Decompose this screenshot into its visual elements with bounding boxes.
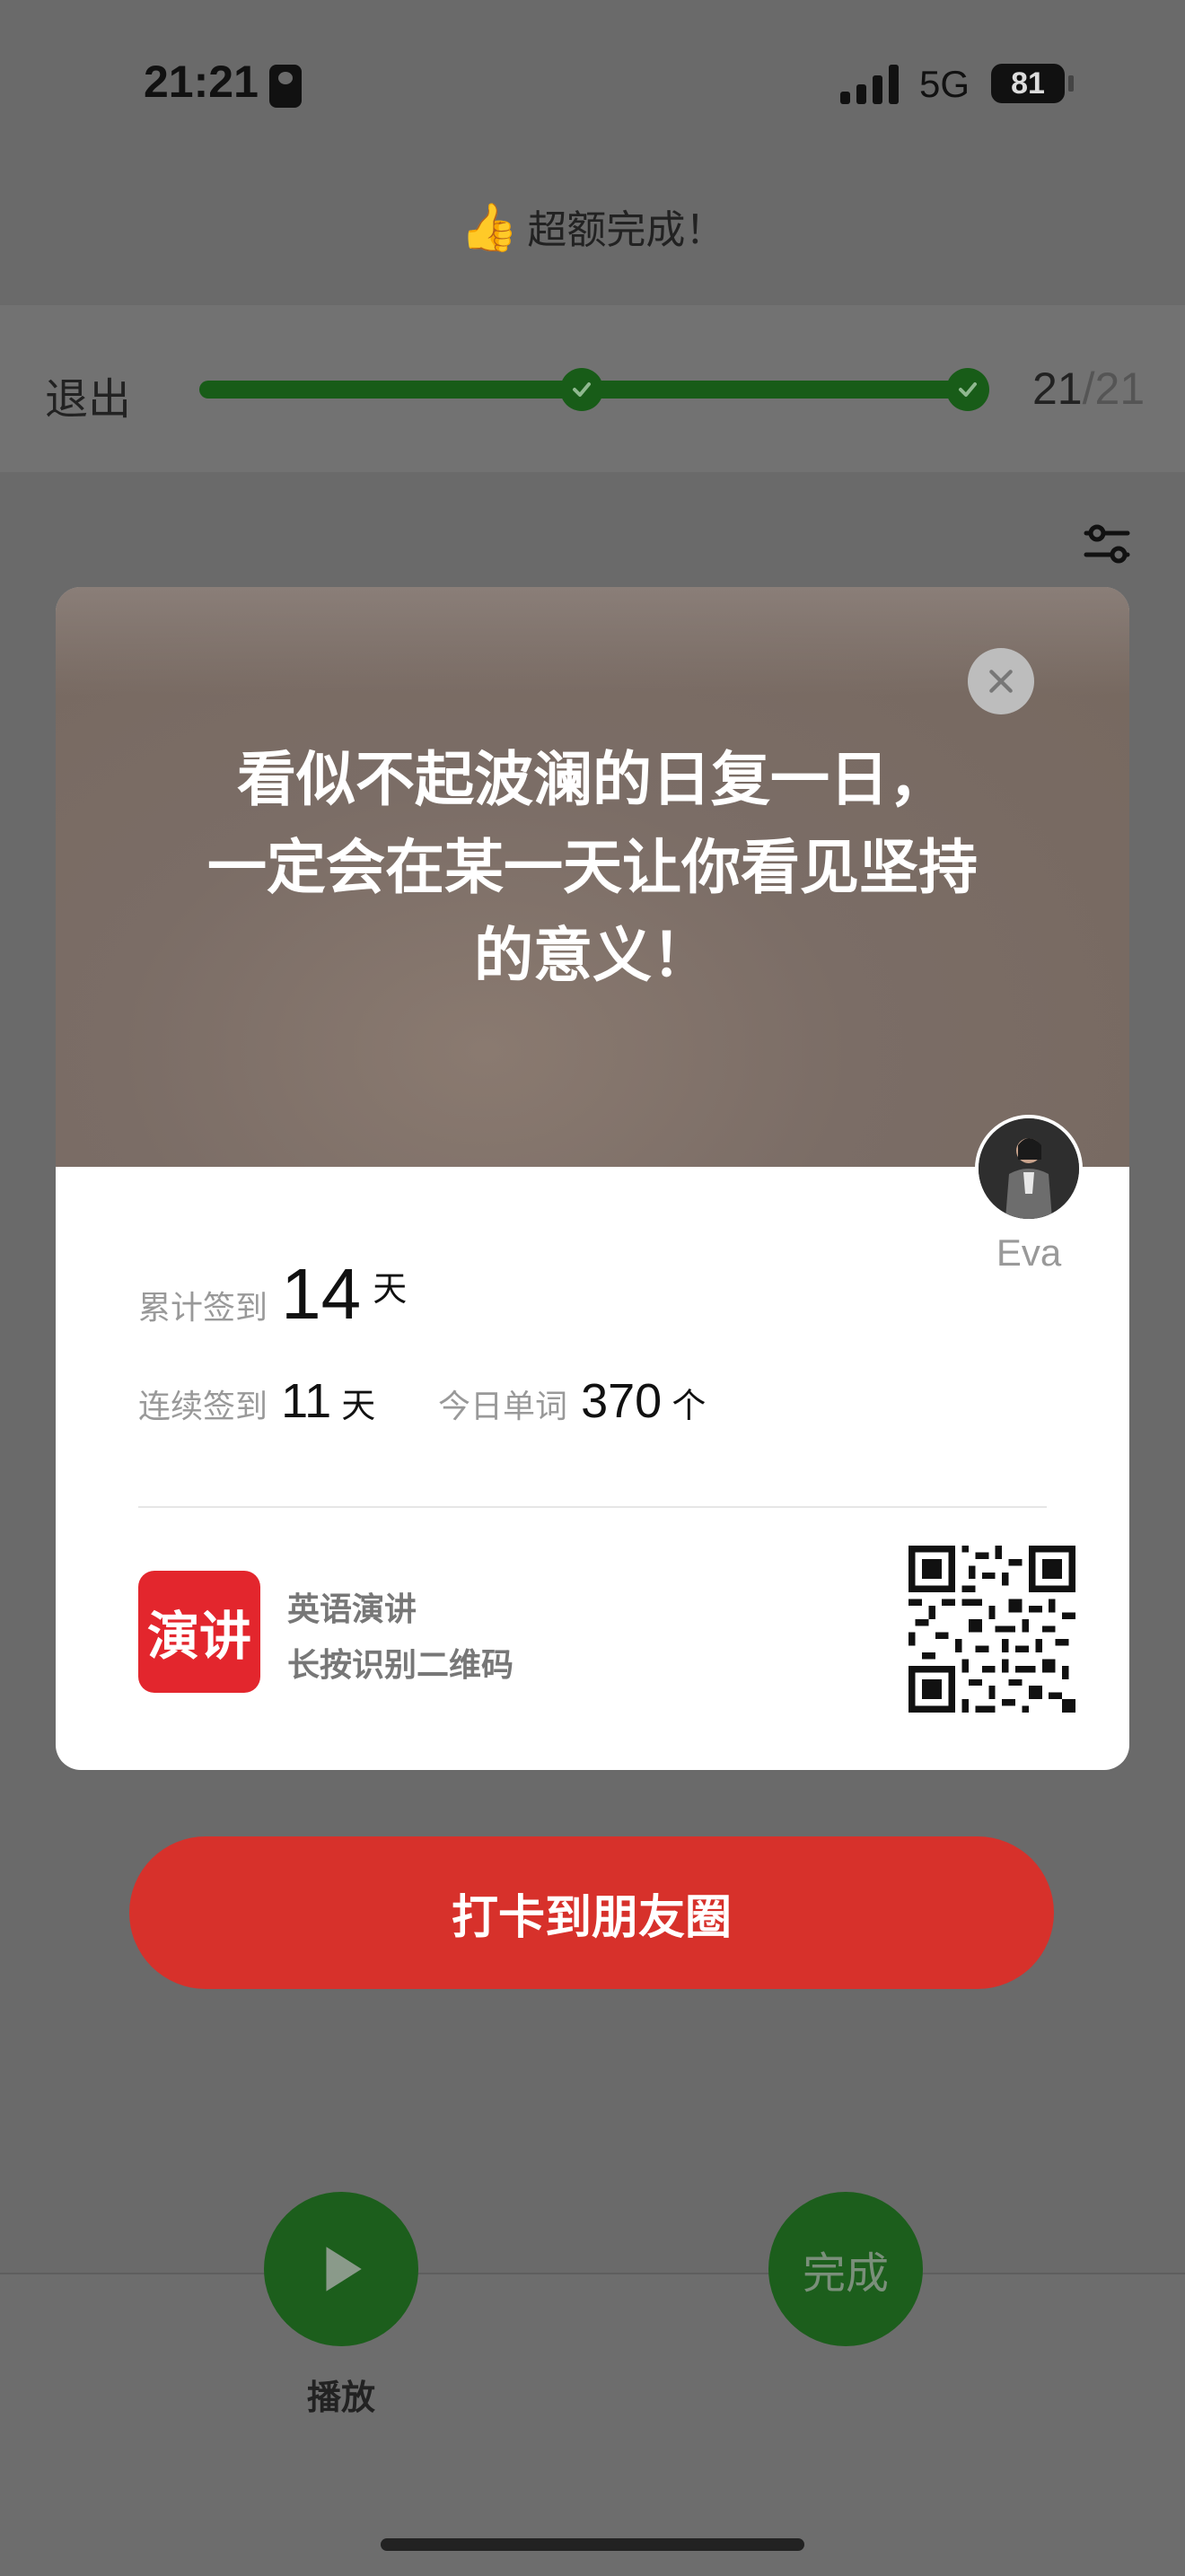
battery-cap: [1068, 75, 1074, 92]
stat-label: 累计签到: [138, 1290, 268, 1327]
home-indicator[interactable]: [381, 2538, 804, 2551]
divider: [138, 1506, 1047, 1508]
progress-counter: 21/21: [1032, 364, 1146, 414]
progress-checkpoint: [560, 368, 603, 411]
play-label: 播放: [306, 2378, 375, 2417]
banner-text: 超额完成！: [527, 207, 725, 253]
quote-line: 的意义！: [474, 921, 711, 990]
stat-value: 14: [281, 1254, 362, 1334]
quote-line: 一定会在某一天让你看见坚持: [207, 833, 978, 902]
thumbs-up-icon: 👍: [460, 201, 519, 255]
close-button[interactable]: [968, 648, 1034, 714]
progress-checkpoint: [946, 368, 989, 411]
avatar: [975, 1115, 1083, 1222]
app-subtitle: 长按识别二维码: [287, 1647, 514, 1684]
app-logo: 演讲: [138, 1571, 260, 1693]
words-stat: 今日单词 370 个: [438, 1373, 706, 1429]
play-icon: [326, 2247, 362, 2291]
total-checkin-stat: 累计签到 14 天: [138, 1253, 407, 1336]
username: Eva: [996, 1231, 1062, 1274]
network-type: 5G: [919, 63, 970, 105]
quote-line: 看似不起波澜的日复一日，: [237, 745, 948, 814]
stat-unit: 天: [373, 1269, 408, 1309]
check-icon: [573, 382, 591, 397]
completion-banner: 👍 超额完成！: [0, 197, 1185, 255]
streak-stat: 连续签到 11 天: [138, 1373, 375, 1429]
battery-indicator: 81: [991, 64, 1065, 103]
check-icon: [959, 382, 977, 397]
settings-sliders-icon[interactable]: [1083, 522, 1131, 565]
stat-value: 370: [581, 1374, 663, 1428]
contact-card-icon: [269, 65, 302, 108]
share-to-moments-button[interactable]: 打卡到朋友圈: [129, 1836, 1054, 1989]
stat-label: 连续签到: [138, 1389, 268, 1425]
stat-unit: 天: [341, 1386, 376, 1425]
motivational-quote: 看似不起波澜的日复一日， 一定会在某一天让你看见坚持 的意义！: [56, 736, 1129, 1000]
qr-code[interactable]: [908, 1546, 1075, 1713]
exit-button[interactable]: 退出: [45, 364, 131, 426]
stat-label: 今日单词: [438, 1389, 568, 1425]
close-icon: [989, 670, 1013, 693]
status-time: 21:21: [144, 57, 259, 107]
done-button[interactable]: 完成: [768, 2192, 923, 2346]
stat-unit: 个: [672, 1386, 707, 1425]
app-name: 英语演讲: [287, 1591, 417, 1628]
stat-value: 11: [281, 1374, 332, 1428]
play-button[interactable]: [264, 2192, 418, 2346]
bottom-bar: [0, 2273, 1185, 2576]
signal-icon: [840, 65, 900, 104]
